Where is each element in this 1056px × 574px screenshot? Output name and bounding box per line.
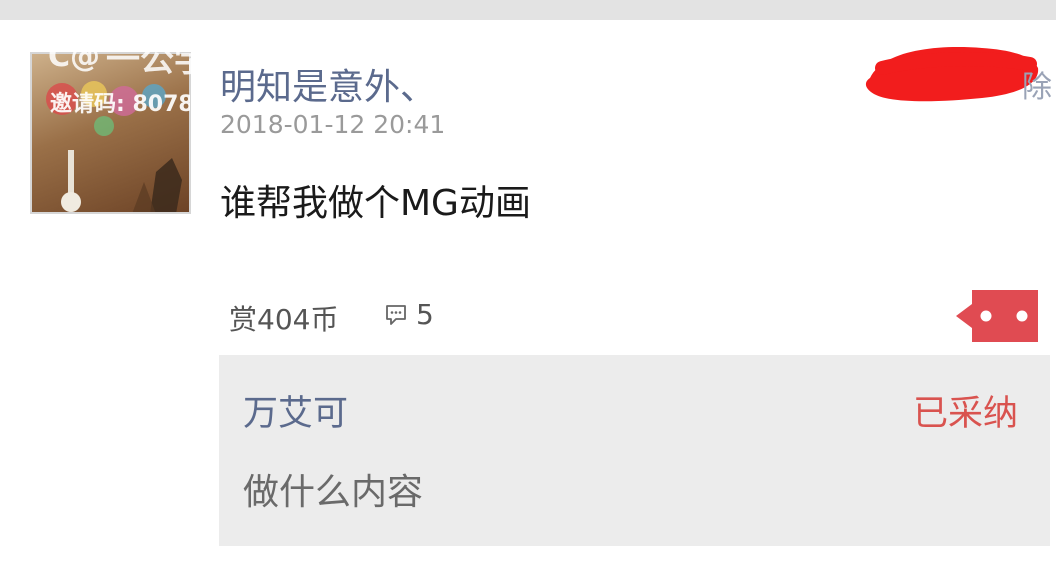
more-dots-icon-dot bbox=[1016, 310, 1028, 322]
answerer-username[interactable]: 万艾可 bbox=[243, 385, 348, 436]
comment-count[interactable]: 5 bbox=[384, 298, 434, 331]
top-divider-bar bbox=[0, 0, 1056, 20]
watermark-logo: C@ bbox=[48, 38, 101, 74]
watermark: C@ 一公学霸 bbox=[48, 26, 242, 86]
reward-amount: 赏404币 bbox=[229, 303, 339, 336]
invite-code-text: 邀请码: 8078 bbox=[50, 92, 190, 117]
redaction-scribble bbox=[865, 47, 1039, 102]
accepted-answer-card[interactable]: 万艾可 已采纳 做什么内容 bbox=[219, 355, 1050, 546]
post-content[interactable]: 谁帮我做个MG动画 bbox=[220, 174, 531, 226]
post-timestamp: 2018-01-12 20:41 bbox=[220, 110, 446, 139]
more-dots-icon bbox=[980, 310, 992, 322]
comment-count-value: 5 bbox=[416, 298, 434, 331]
answer-content: 做什么内容 bbox=[243, 472, 424, 513]
post-username[interactable]: 明知是意外、 bbox=[220, 58, 436, 110]
truncated-edge-text: 除 bbox=[1022, 70, 1052, 105]
adopted-badge: 已采纳 bbox=[912, 394, 1018, 434]
comment-bubble-icon bbox=[386, 304, 406, 325]
more-button[interactable] bbox=[956, 290, 1038, 342]
